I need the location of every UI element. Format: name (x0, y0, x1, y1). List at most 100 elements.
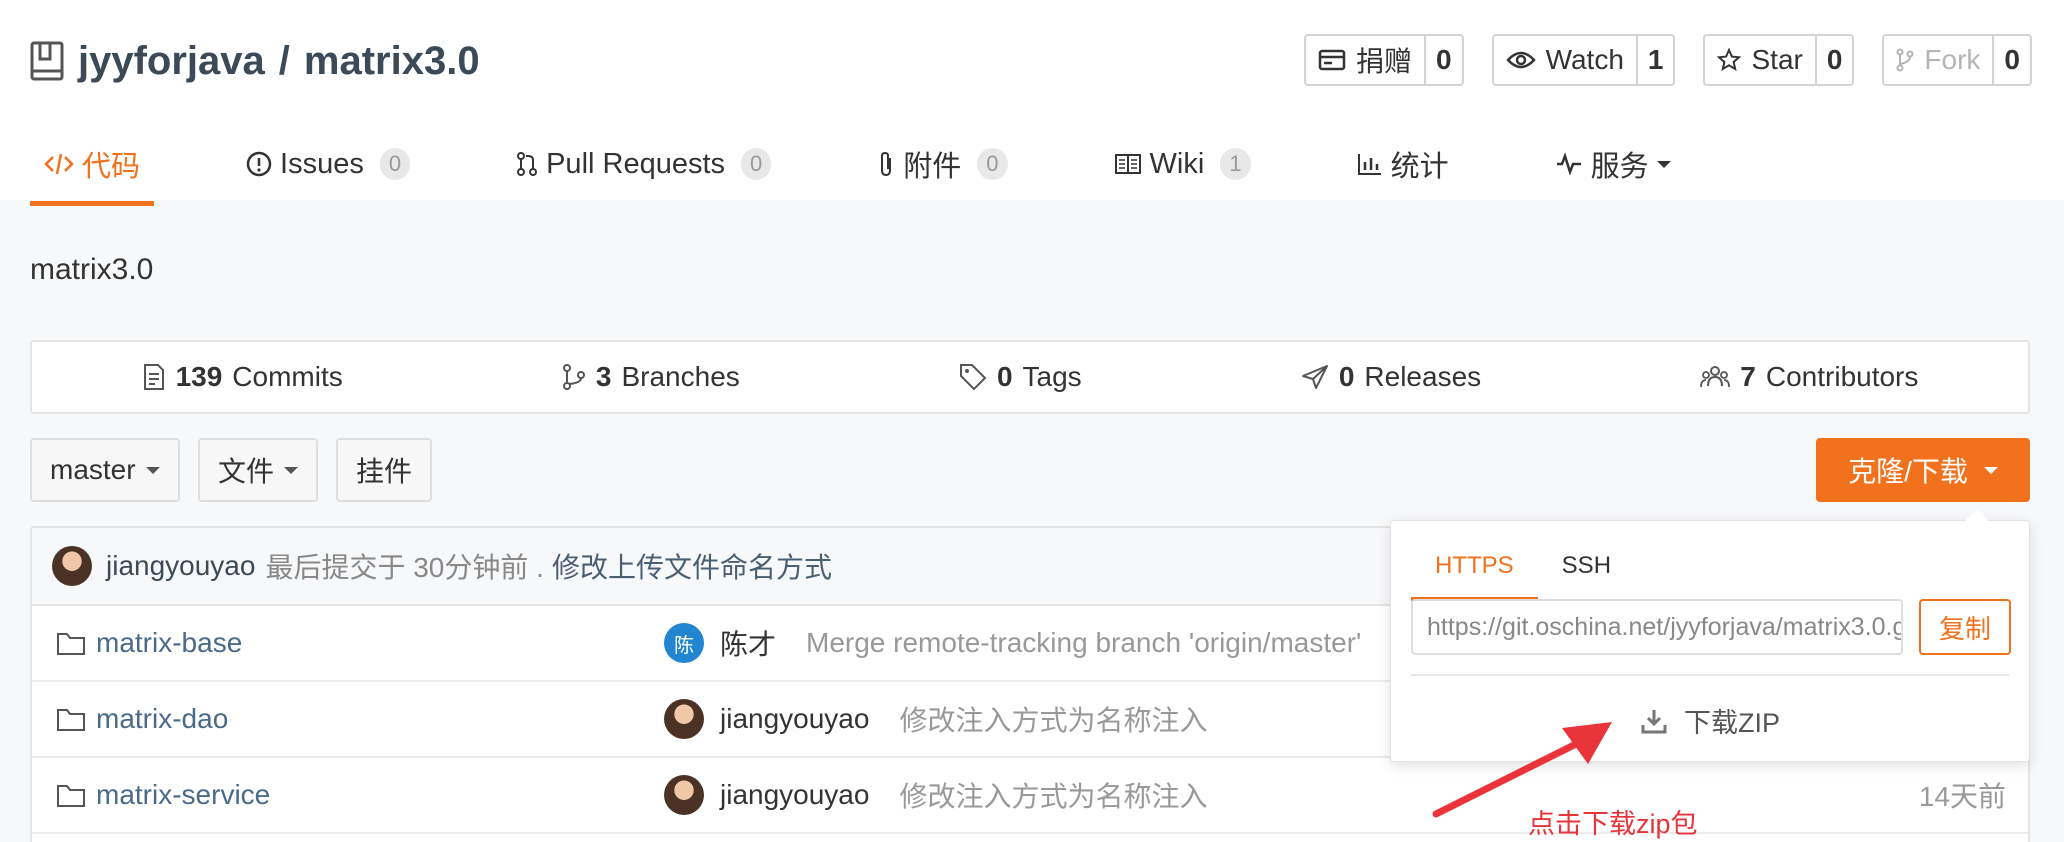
chevron-down-icon (145, 466, 160, 474)
star-count[interactable]: 0 (1814, 36, 1853, 84)
tab-code[interactable]: 代码 (30, 128, 155, 206)
avatar[interactable] (664, 699, 704, 739)
tab-ssh[interactable]: SSH (1538, 537, 1635, 595)
contributors-icon (1700, 366, 1731, 388)
stat-commits[interactable]: 139 Commits (142, 361, 343, 393)
stat-branches[interactable]: 3 Branches (562, 361, 740, 393)
stat-contributors-label: Contributors (1765, 361, 1919, 392)
commit-author: 陈 陈才 Merge remote-tracking branch 'origi… (664, 623, 1361, 663)
tab-attachments[interactable]: 附件 0 (863, 128, 1021, 200)
code-icon (44, 153, 74, 175)
stat-releases-label: Releases (1364, 361, 1482, 392)
tab-services[interactable]: 服务 (1541, 128, 1685, 200)
eye-icon (1505, 51, 1536, 69)
star-button[interactable]: Star 0 (1703, 34, 1855, 86)
tab-issues-label: Issues (280, 147, 364, 180)
download-icon (1641, 709, 1667, 733)
repo-name-link[interactable]: matrix3.0 (304, 39, 480, 84)
commit-message[interactable]: 修改注入方式为名称注入 (899, 775, 1207, 815)
stat-releases[interactable]: 0 Releases (1301, 361, 1481, 393)
stat-commits-label: Commits (232, 361, 343, 392)
file-menu-button[interactable]: 文件 (198, 438, 319, 502)
tab-issues-badge: 0 (379, 148, 411, 180)
file-name-label: matrix-service (96, 779, 271, 810)
tab-attachments-label: 附件 (903, 151, 962, 183)
tab-code-label: 代码 (82, 151, 141, 183)
stat-contributors[interactable]: 7 Contributors (1700, 361, 1918, 393)
widget-button[interactable]: 挂件 (336, 438, 433, 502)
branch-select[interactable]: master (30, 438, 180, 502)
commit-author: jiangyouyao 修改注入方式为名称注入 (664, 699, 1207, 739)
avatar[interactable] (52, 546, 92, 586)
star-label: Star (1751, 44, 1803, 75)
clone-protocol-tabs: HTTPS SSH (1411, 537, 1635, 601)
pull-request-icon (517, 152, 538, 176)
clone-url-input[interactable]: https://git.oschina.net/jyyforjava/matri… (1411, 599, 1903, 655)
stat-contributors-count: 7 (1740, 361, 1756, 392)
donate-count[interactable]: 0 (1424, 36, 1462, 84)
bar-chart-icon (1357, 154, 1381, 175)
file-name[interactable]: matrix-dao (56, 703, 228, 735)
last-commit-message[interactable]: 修改上传文件命名方式 (552, 546, 832, 586)
clone-download-label: 克隆/下载 (1848, 456, 1968, 487)
chevron-down-icon (1983, 466, 1998, 474)
avatar[interactable] (664, 775, 704, 815)
last-commit-author[interactable]: jiangyouyao (106, 550, 255, 582)
commit-author-name[interactable]: jiangyouyao (720, 779, 869, 811)
file-name[interactable]: matrix-base (56, 627, 242, 659)
commit-time: 14天前 (1918, 781, 2006, 812)
tab-wiki[interactable]: Wiki 1 (1100, 128, 1265, 200)
tab-stats[interactable]: 统计 (1343, 128, 1463, 200)
tab-wiki-label: Wiki (1149, 147, 1205, 180)
annotation-label: 点击下载zip包 (1528, 809, 1698, 839)
avatar[interactable]: 陈 (664, 623, 704, 663)
tab-pull-requests-badge: 0 (741, 148, 772, 180)
file-name[interactable]: matrix-service (56, 779, 270, 811)
fork-count[interactable]: 0 (1992, 36, 2030, 84)
table-row: matrix-service jiangyouyao 修改注入方式为名称注入 1… (32, 758, 2028, 834)
file-name-label: matrix-base (96, 627, 243, 658)
tab-wiki-badge: 1 (1220, 148, 1251, 180)
chevron-down-icon (284, 466, 299, 474)
star-icon (1717, 48, 1742, 72)
stat-tags[interactable]: 0 Tags (959, 361, 1082, 393)
fork-button[interactable]: Fork 0 (1882, 34, 2032, 86)
repo-owner-link[interactable]: jyyforjava (78, 39, 265, 84)
repo-title: jyyforjava / matrix3.0 (30, 34, 480, 88)
fork-label: Fork (1924, 44, 1981, 75)
folder-icon (57, 709, 85, 731)
tab-pull-requests[interactable]: Pull Requests 0 (502, 128, 785, 200)
donate-button[interactable]: 捐赠 0 (1304, 34, 1464, 86)
stat-releases-count: 0 (1338, 361, 1355, 392)
watch-count[interactable]: 1 (1635, 36, 1674, 84)
activity-icon (1556, 153, 1581, 175)
copy-url-button[interactable]: 复制 (1919, 599, 2011, 655)
donate-label: 捐赠 (1356, 46, 1413, 77)
last-commit-time: 最后提交于 30分钟前 . (265, 552, 544, 583)
commit-message[interactable]: Merge remote-tracking branch 'origin/mas… (806, 627, 1361, 659)
tab-https[interactable]: HTTPS (1411, 537, 1538, 601)
issue-icon (246, 151, 272, 177)
commits-icon (143, 364, 164, 390)
tab-pull-requests-label: Pull Requests (546, 147, 726, 180)
clone-download-button[interactable]: 克隆/下载 (1816, 438, 2030, 502)
widget-button-label: 挂件 (356, 456, 413, 487)
tab-issues[interactable]: Issues 0 (232, 128, 424, 200)
release-icon (1301, 365, 1328, 389)
donate-icon (1318, 49, 1346, 71)
book-icon (1114, 154, 1141, 174)
commit-author-name[interactable]: 陈才 (720, 623, 776, 663)
commit-message[interactable]: 修改注入方式为名称注入 (899, 699, 1207, 739)
stat-tags-label: Tags (1022, 361, 1082, 392)
tab-attachments-badge: 0 (977, 148, 1008, 180)
repo-title-separator: / (278, 38, 290, 83)
commit-author-name[interactable]: jiangyouyao (720, 703, 869, 735)
repo-book-icon (30, 41, 64, 81)
repo-nav-tabs: 代码 Issues 0 Pull Requests 0 附件 0 Wiki 1 … (30, 128, 1763, 206)
file-menu-label: 文件 (218, 456, 275, 487)
stat-commits-count: 139 (175, 361, 223, 392)
tab-stats-label: 统计 (1390, 151, 1449, 183)
watch-button[interactable]: Watch 1 (1491, 34, 1676, 86)
tab-services-label: 服务 (1590, 151, 1649, 183)
branch-icon (562, 364, 585, 390)
